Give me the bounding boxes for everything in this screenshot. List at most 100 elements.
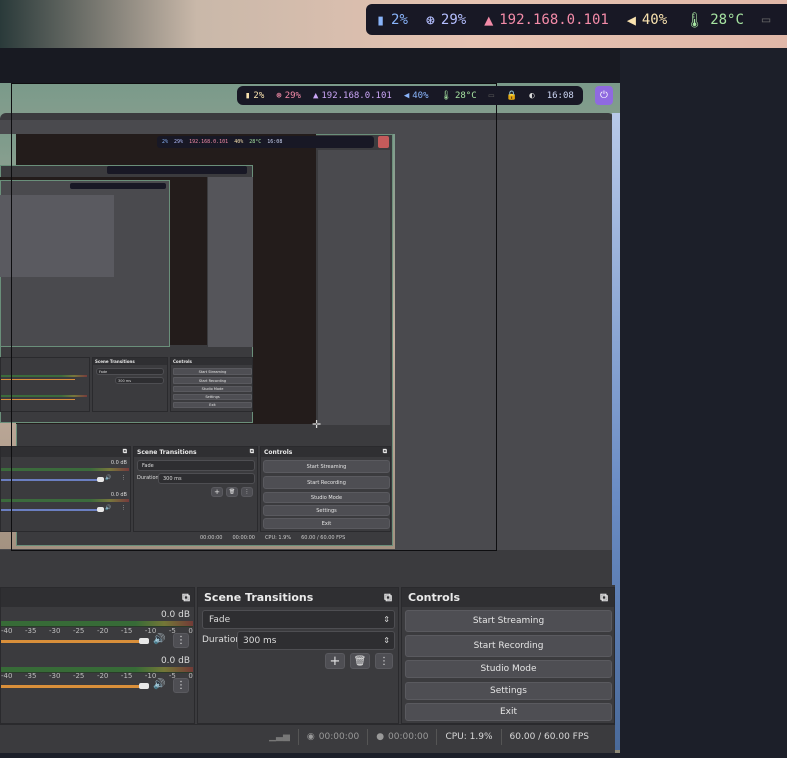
- start-recording-button[interactable]: Start Recording: [405, 635, 612, 657]
- mid-network-icon: ▲: [312, 90, 319, 101]
- mid-thermometer-icon: 🌡: [440, 90, 452, 101]
- mid-battery-icon: ▮: [245, 90, 251, 101]
- mid-statusbar: ▮ 2% ⊛ 29% ▲ 192.168.0.101 ◀ 40% 🌡 28°C ▭ 🔒 ◐…: [237, 86, 583, 105]
- cpu-text: 29%: [440, 11, 467, 28]
- tick-label: -35: [24, 627, 37, 635]
- controls-undock-icon[interactable]: ⧉: [600, 591, 608, 605]
- top-statusbar: ▮ 2% ⊛ 29% ▲ 192.168.0.101 ◀ 40% 🌡 28°C ▭: [366, 4, 787, 35]
- mid-temp-text: 28°C: [454, 90, 477, 101]
- delete-transition-icon[interactable]: 🗑: [350, 653, 370, 669]
- mid-volume-icon: ◀: [403, 90, 410, 101]
- channel1-fader-knob[interactable]: [139, 638, 149, 644]
- channel1-menu-icon[interactable]: ⋮: [173, 633, 189, 648]
- mid-tray-icon: ▭: [488, 90, 495, 101]
- transitions-undock-icon[interactable]: ⧉: [384, 591, 392, 605]
- tick-label: -40: [1, 672, 13, 680]
- exit-button[interactable]: Exit: [405, 703, 612, 721]
- duration-value: 300 ms: [243, 635, 277, 646]
- volume-widget[interactable]: ◀ 40%: [627, 11, 667, 29]
- scene-transitions-panel: Scene Transitions ⧉ Fade ⇕ Duration 300 m…: [197, 587, 399, 724]
- controls-title: Controls: [408, 591, 461, 604]
- battery-icon: ▮: [376, 10, 386, 29]
- channel2-speaker-icon[interactable]: 🔊: [153, 679, 165, 690]
- signal-icon: ▁▃▅: [269, 732, 290, 742]
- transition-select[interactable]: Fade ⇕: [202, 610, 395, 629]
- channel1-fader[interactable]: [1, 640, 141, 643]
- volume-text: 40%: [641, 11, 668, 28]
- fps-readout: 60.00 / 60.00 FPS: [500, 729, 615, 745]
- transition-menu-icon[interactable]: ⋮: [375, 653, 393, 669]
- select-arrows-icon: ⇕: [383, 615, 390, 624]
- duration-spinbox[interactable]: 300 ms ⇕: [237, 631, 395, 650]
- mid-power-icon[interactable]: ⏻: [595, 86, 613, 105]
- channel2-db: 0.0 dB: [160, 656, 190, 666]
- obs-status-bar: ▁▃▅ ◉ 00:00:00 ● 00:00:00 CPU: 1.9% 60.00 …: [0, 724, 615, 749]
- mid-temp: 🌡 28°C: [441, 91, 477, 101]
- channel2-menu-icon[interactable]: ⋮: [173, 678, 189, 693]
- duration-label: Duration: [202, 635, 242, 645]
- start-streaming-button[interactable]: Start Streaming: [405, 610, 612, 632]
- channel1-speaker-icon[interactable]: 🔊: [153, 634, 165, 645]
- controls-panel: Controls ⧉ Start Streaming Start Recordin…: [401, 587, 615, 724]
- tick-label: 0: [188, 672, 193, 680]
- temperature-text: 28°C: [710, 11, 744, 28]
- tick-label: -25: [72, 627, 85, 635]
- studio-mode-button[interactable]: Studio Mode: [405, 660, 612, 678]
- cpu-usage: CPU: 1.9%: [436, 729, 500, 745]
- tick-label: 0: [188, 627, 193, 635]
- mixer-undock-icon[interactable]: ⧉: [182, 591, 190, 605]
- tick-label: -15: [120, 627, 133, 635]
- channel1-db: 0.0 dB: [160, 610, 190, 620]
- record-status: ● 00:00:00: [367, 729, 436, 745]
- tick-label: -30: [48, 672, 61, 680]
- tick-label: -40: [1, 627, 13, 635]
- network-widget: ▲ 192.168.0.101: [484, 11, 609, 29]
- move-cursor-icon: ✛: [312, 418, 322, 431]
- tick-label: -35: [24, 672, 37, 680]
- tick-label: -25: [72, 672, 85, 680]
- cpu-widget: ⊛ 29%: [426, 11, 466, 29]
- stream-status: ◉ 00:00:00: [297, 729, 367, 745]
- mid-cpu-text: 29%: [284, 90, 301, 101]
- controls-header: Controls ⧉: [402, 588, 614, 607]
- add-transition-icon[interactable]: +: [325, 653, 345, 669]
- mid-cpu: ⊛ 29%: [276, 91, 301, 101]
- mid-battery-text: 2%: [253, 90, 265, 101]
- preview-frame: [11, 83, 497, 551]
- stream-icon: ◉: [306, 732, 315, 742]
- mid-volume: ◀ 40%: [404, 91, 429, 101]
- volume-icon: ◀: [626, 10, 636, 29]
- mid-ip-text: 192.168.0.101: [321, 90, 392, 101]
- mid-ip: ▲ 192.168.0.101: [313, 91, 392, 101]
- audio-mixer-header: ⧉: [1, 588, 194, 607]
- channel2-fader-knob[interactable]: [139, 683, 149, 689]
- tray-icon[interactable]: ▭: [762, 12, 770, 28]
- audio-mixer-panel: ⧉ 0.0 dB -40 -35 -30 -25 -20 -15 -10 -5 0 🔊 ⋮ 0.…: [0, 587, 195, 724]
- thermometer-icon: 🌡: [685, 10, 705, 29]
- record-time: 00:00:00: [388, 732, 429, 742]
- transition-select-value: Fade: [209, 614, 231, 625]
- scene-transitions-title: Scene Transitions: [204, 591, 314, 604]
- temperature-widget: 🌡 28°C: [685, 11, 744, 29]
- scene-transitions-header: Scene Transitions ⧉: [198, 588, 398, 607]
- tick-label: -20: [96, 672, 109, 680]
- mid-obs-icon: ◐: [529, 90, 535, 101]
- spin-arrows-icon: ⇕: [383, 636, 390, 645]
- network-icon: ▲: [484, 10, 494, 29]
- record-icon: ●: [376, 732, 385, 742]
- mid-volume-text: 40%: [412, 90, 429, 101]
- desktop-right: [620, 48, 787, 758]
- channel2-fader[interactable]: [1, 685, 141, 688]
- settings-button[interactable]: Settings: [405, 682, 612, 700]
- battery-widget: ▮ 2%: [376, 11, 408, 29]
- tick-label: -30: [48, 627, 61, 635]
- ip-text: 192.168.0.101: [499, 11, 609, 28]
- mid-cpu-icon: ⊛: [276, 90, 282, 101]
- tick-label: -15: [120, 672, 133, 680]
- mid-clock-text: 16:08: [546, 90, 574, 101]
- tick-label: -20: [96, 627, 109, 635]
- stream-time: 00:00:00: [318, 732, 360, 742]
- mid-lock-icon: 🔒: [506, 90, 518, 101]
- battery-text: 2%: [391, 11, 408, 28]
- channel1-meter: [1, 621, 193, 626]
